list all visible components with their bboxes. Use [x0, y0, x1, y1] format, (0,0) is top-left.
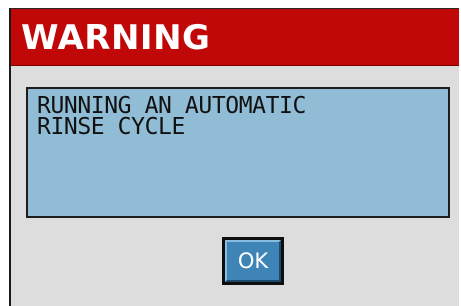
- ok-button-label: OK: [237, 249, 269, 273]
- ok-button-face[interactable]: OK: [225, 240, 281, 282]
- message-panel: RUNNING AN AUTOMATIC RINSE CYCLE: [26, 87, 450, 218]
- dialog-title: WARNING: [21, 18, 211, 58]
- ok-button[interactable]: OK: [222, 237, 284, 285]
- warning-dialog: WARNING RUNNING AN AUTOMATIC RINSE CYCLE…: [9, 8, 459, 306]
- warning-message: RUNNING AN AUTOMATIC RINSE CYCLE: [37, 93, 306, 140]
- dialog-titlebar: WARNING: [11, 9, 459, 66]
